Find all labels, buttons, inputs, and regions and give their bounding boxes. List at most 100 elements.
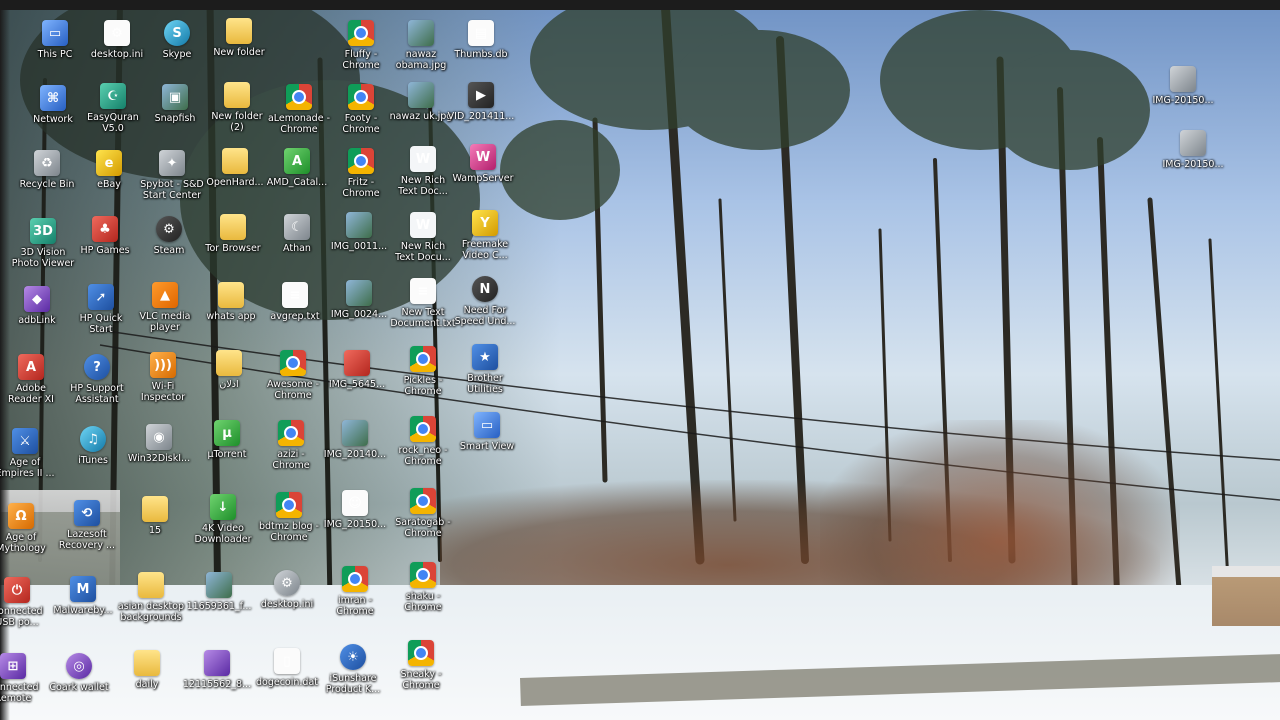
isunshare-icon: ☀ bbox=[340, 644, 366, 670]
desktop-icon-adblink[interactable]: ◆ adbLink bbox=[0, 286, 74, 348]
desktop-icon-new-folder[interactable]: New folder bbox=[202, 18, 276, 80]
vlc-icon: ▲ bbox=[152, 282, 178, 308]
network-icon: ⌘ bbox=[40, 85, 66, 111]
desktop-icon-smart-view[interactable]: ▭ Smart View bbox=[450, 412, 524, 474]
image-file-icon bbox=[408, 82, 434, 108]
hp-support-icon: ? bbox=[84, 354, 110, 380]
chrome-icon bbox=[280, 350, 306, 376]
desktop-icon-vid-201411[interactable]: ▶ VID_201411... bbox=[444, 82, 518, 144]
wampserver-icon: W bbox=[470, 144, 496, 170]
desktop-icon-img-20140[interactable]: IMG_20140... bbox=[318, 420, 392, 482]
desktop-icon-azizi-chrome[interactable]: azizi - Chrome bbox=[254, 420, 328, 482]
image-file-icon bbox=[1170, 66, 1196, 92]
desktop-icon-sneaky-chrome[interactable]: Sneaky - Chrome bbox=[384, 640, 458, 702]
desktop-icon-thumbs-db[interactable]: ▤ Thumbs.db bbox=[444, 20, 518, 82]
desktop-icon-hp-games[interactable]: ♣ HP Games bbox=[68, 216, 142, 278]
freemake-icon: Y bbox=[472, 210, 498, 236]
malwarebytes-icon: M bbox=[70, 576, 96, 602]
chrome-icon bbox=[348, 84, 374, 110]
desktop-icon-itunes[interactable]: ♫ iTunes bbox=[56, 426, 130, 488]
smart-view-icon: ▭ bbox=[474, 412, 500, 438]
desktop-icon-wifi-inspector[interactable]: ))) Wi-Fi Inspector bbox=[126, 352, 200, 414]
desktop-icon-folder-15[interactable]: 15 bbox=[118, 496, 192, 558]
hp-games-icon: ♣ bbox=[92, 216, 118, 242]
desktop-icon-dogecoin[interactable]: ▯ dogecoin.dat bbox=[250, 648, 324, 710]
3d-vision-icon: 3D bbox=[30, 218, 56, 244]
adobe-reader-icon: A bbox=[18, 354, 44, 380]
spybot-icon: ✦ bbox=[159, 150, 185, 176]
desktop-icon-steam[interactable]: ⚙ Steam bbox=[132, 216, 206, 278]
desktop-icon-img-20150[interactable]: ☺ IMG_20150... bbox=[318, 490, 392, 552]
desktop-icon-avgrep[interactable]: ≡ avgrep.txt bbox=[258, 282, 332, 344]
desktop-icon-hp-quick-start[interactable]: ➚ HP Quick Start bbox=[64, 284, 138, 346]
folder-icon bbox=[224, 82, 250, 108]
desktop-icon-img-5645[interactable]: IMG_5645... bbox=[320, 350, 394, 412]
desktop-icon-asian-backgrounds[interactable]: asian desktop backgrounds bbox=[114, 572, 188, 634]
image-file-icon bbox=[342, 420, 368, 446]
desktop-icon-tor-browser[interactable]: Tor Browser bbox=[196, 214, 270, 276]
adblink-icon: ◆ bbox=[24, 286, 50, 312]
desktop-icon-need-for-speed[interactable]: N Need For Speed Und... bbox=[448, 276, 522, 338]
desktop-icon-bdtmz-chrome[interactable]: bdtmz blog - Chrome bbox=[252, 492, 326, 554]
quran-app-icon: ☪ bbox=[100, 83, 126, 109]
desktop-icon-desktop-ini-2[interactable]: ⚙ desktop.ini bbox=[250, 570, 324, 632]
desktop-icon-utorrent[interactable]: µ µTorrent bbox=[190, 420, 264, 482]
chrome-icon bbox=[410, 346, 436, 372]
wallpaper-house bbox=[1212, 566, 1280, 626]
desktop-icon-win32diskimager[interactable]: ◉ Win32DiskI... bbox=[122, 424, 196, 486]
aom-icon: Ω bbox=[8, 503, 34, 529]
desktop-icon-isunshare[interactable]: ☀ iSunshare Product K... bbox=[316, 644, 390, 706]
image-file-icon bbox=[206, 572, 232, 598]
text-file-icon: ≡ bbox=[282, 282, 308, 308]
chrome-icon bbox=[276, 492, 302, 518]
desktop-icon-amd-catalyst[interactable]: A AMD_Catal... bbox=[260, 148, 334, 210]
desktop-icon-whats-app[interactable]: whats app bbox=[194, 282, 268, 344]
image-file-icon bbox=[346, 212, 372, 238]
chrome-icon bbox=[408, 640, 434, 666]
aoe-icon: ⚔ bbox=[12, 428, 38, 454]
chrome-icon bbox=[410, 562, 436, 588]
desktop-icon-malwarebytes[interactable]: M Malwareby... bbox=[46, 576, 120, 638]
desktop-icon-freemake[interactable]: Y Freemake Video C... bbox=[448, 210, 522, 272]
amd-icon: A bbox=[284, 148, 310, 174]
desktop-icon-img-20150-right-1[interactable]: IMG-20150... bbox=[1146, 66, 1220, 128]
desktop-icon-img-20150-right-2[interactable]: IMG-20150... bbox=[1156, 130, 1230, 192]
desktop-icon-12115562[interactable]: 12115562_8... bbox=[180, 650, 254, 712]
desktop-icon-brother-utilities[interactable]: ★ Brother Utilities bbox=[448, 344, 522, 406]
recycle-bin-icon: ♻ bbox=[34, 150, 60, 176]
image-file-icon bbox=[408, 20, 434, 46]
desktop-icon-imran-chrome[interactable]: imran - Chrome bbox=[318, 566, 392, 628]
image-file-icon bbox=[346, 280, 372, 306]
desktop-icon-wampserver[interactable]: W WampServer bbox=[446, 144, 520, 206]
desktop-icon-adobe-reader[interactable]: A Adobe Reader XI bbox=[0, 354, 68, 416]
word-doc-icon: W bbox=[410, 212, 436, 238]
desktop-icon-rock-neo-chrome[interactable]: rock_neo - Chrome bbox=[386, 416, 460, 478]
desktop-icon-arabic-folder[interactable]: ادلان bbox=[192, 350, 266, 412]
steam-icon: ⚙ bbox=[156, 216, 182, 242]
desktop-icon-daily[interactable]: daily bbox=[110, 650, 184, 712]
folder-icon bbox=[138, 572, 164, 598]
wallet-icon: ◎ bbox=[66, 653, 92, 679]
desktop-icon-lazesoft[interactable]: ⟲ Lazesoft Recovery ... bbox=[50, 500, 124, 562]
desktop-icon-4k-video[interactable]: ↓ 4K Video Downloader bbox=[186, 494, 260, 556]
folder-icon bbox=[226, 18, 252, 44]
desktop-icon-coark-wallet[interactable]: ◎ Coark wallet bbox=[42, 653, 116, 715]
desktop-icon-11659361[interactable]: 11659361_f... bbox=[182, 572, 256, 634]
hp-quickstart-icon: ➚ bbox=[88, 284, 114, 310]
desktop-icon-img-0011[interactable]: IMG_0011... bbox=[322, 212, 396, 274]
desktop-icon-hp-support[interactable]: ? HP Support Assistant bbox=[60, 354, 134, 416]
desktop-icon-shaku-chrome[interactable]: shaku - Chrome bbox=[386, 562, 460, 624]
desktop-icon-img-0024[interactable]: IMG_0024... bbox=[322, 280, 396, 342]
4k-video-icon: ↓ bbox=[210, 494, 236, 520]
desktop-icon-saratogab-chrome[interactable]: Saratogab - Chrome bbox=[386, 488, 460, 550]
text-file-icon: ≡ bbox=[410, 278, 436, 304]
athan-icon: ☾ bbox=[284, 214, 310, 240]
desktop-icon-vlc[interactable]: ▲ VLC media player bbox=[128, 282, 202, 344]
snapfish-icon: ▣ bbox=[162, 84, 188, 110]
lazesoft-icon: ⟲ bbox=[74, 500, 100, 526]
disk-imager-icon: ◉ bbox=[146, 424, 172, 450]
word-doc-icon: W bbox=[410, 146, 436, 172]
desktop-icon-age-of-empires[interactable]: ⚔ Age of Empires II ... bbox=[0, 428, 62, 490]
skype-icon: S bbox=[164, 20, 190, 46]
desktop-icon-awesome-chrome[interactable]: Awesome - Chrome bbox=[256, 350, 330, 412]
